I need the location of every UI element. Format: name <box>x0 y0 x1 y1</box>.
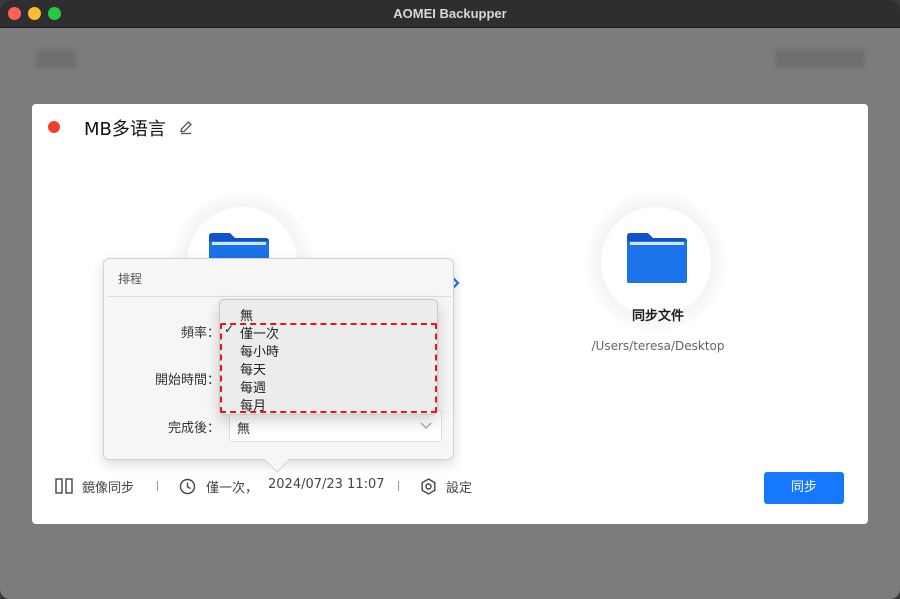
frequency-option-none[interactable]: 無 <box>240 305 253 324</box>
footer-separator <box>398 481 399 491</box>
sync-button[interactable]: 同步 <box>764 472 844 504</box>
footer-separator <box>157 481 158 491</box>
chevron-down-icon <box>420 422 432 429</box>
mirror-sync-icon <box>55 478 73 494</box>
after-completion-label: 完成後： <box>167 421 220 436</box>
settings-link[interactable]: 設定 <box>446 477 472 496</box>
task-status-dot <box>48 121 60 133</box>
frequency-label: 頻率： <box>180 326 220 341</box>
window-title: AOMEI Backupper <box>393 6 507 21</box>
destination-label: 同步文件 <box>631 309 684 324</box>
background-add-task-button <box>775 50 865 68</box>
task-name: MB多语言 <box>84 119 166 140</box>
clock-icon <box>179 478 196 495</box>
destination-folder-icon[interactable] <box>626 232 688 284</box>
start-time-label: 開始時間： <box>154 373 220 388</box>
app-window: AOMEI Backupper MB多语言 同步文件 /Users/teresa… <box>0 0 900 599</box>
settings-gear-icon <box>421 478 436 495</box>
title-bar: AOMEI Backupper <box>0 0 900 28</box>
schedule-frequency-text[interactable]: 僅一次， <box>206 477 258 496</box>
after-completion-value: 無 <box>237 422 251 437</box>
sync-mode-label[interactable]: 鏡像同步 <box>82 477 134 496</box>
schedule-time-text[interactable]: 2024/07/23 11:07 <box>268 477 385 492</box>
edit-pencil-icon[interactable] <box>178 119 194 135</box>
popover-divider <box>108 296 451 297</box>
highlight-annotation-box <box>220 323 437 413</box>
background-page-title <box>36 50 76 68</box>
popover-title: 排程 <box>118 272 143 286</box>
destination-path: /Users/teresa/Desktop <box>591 339 725 353</box>
